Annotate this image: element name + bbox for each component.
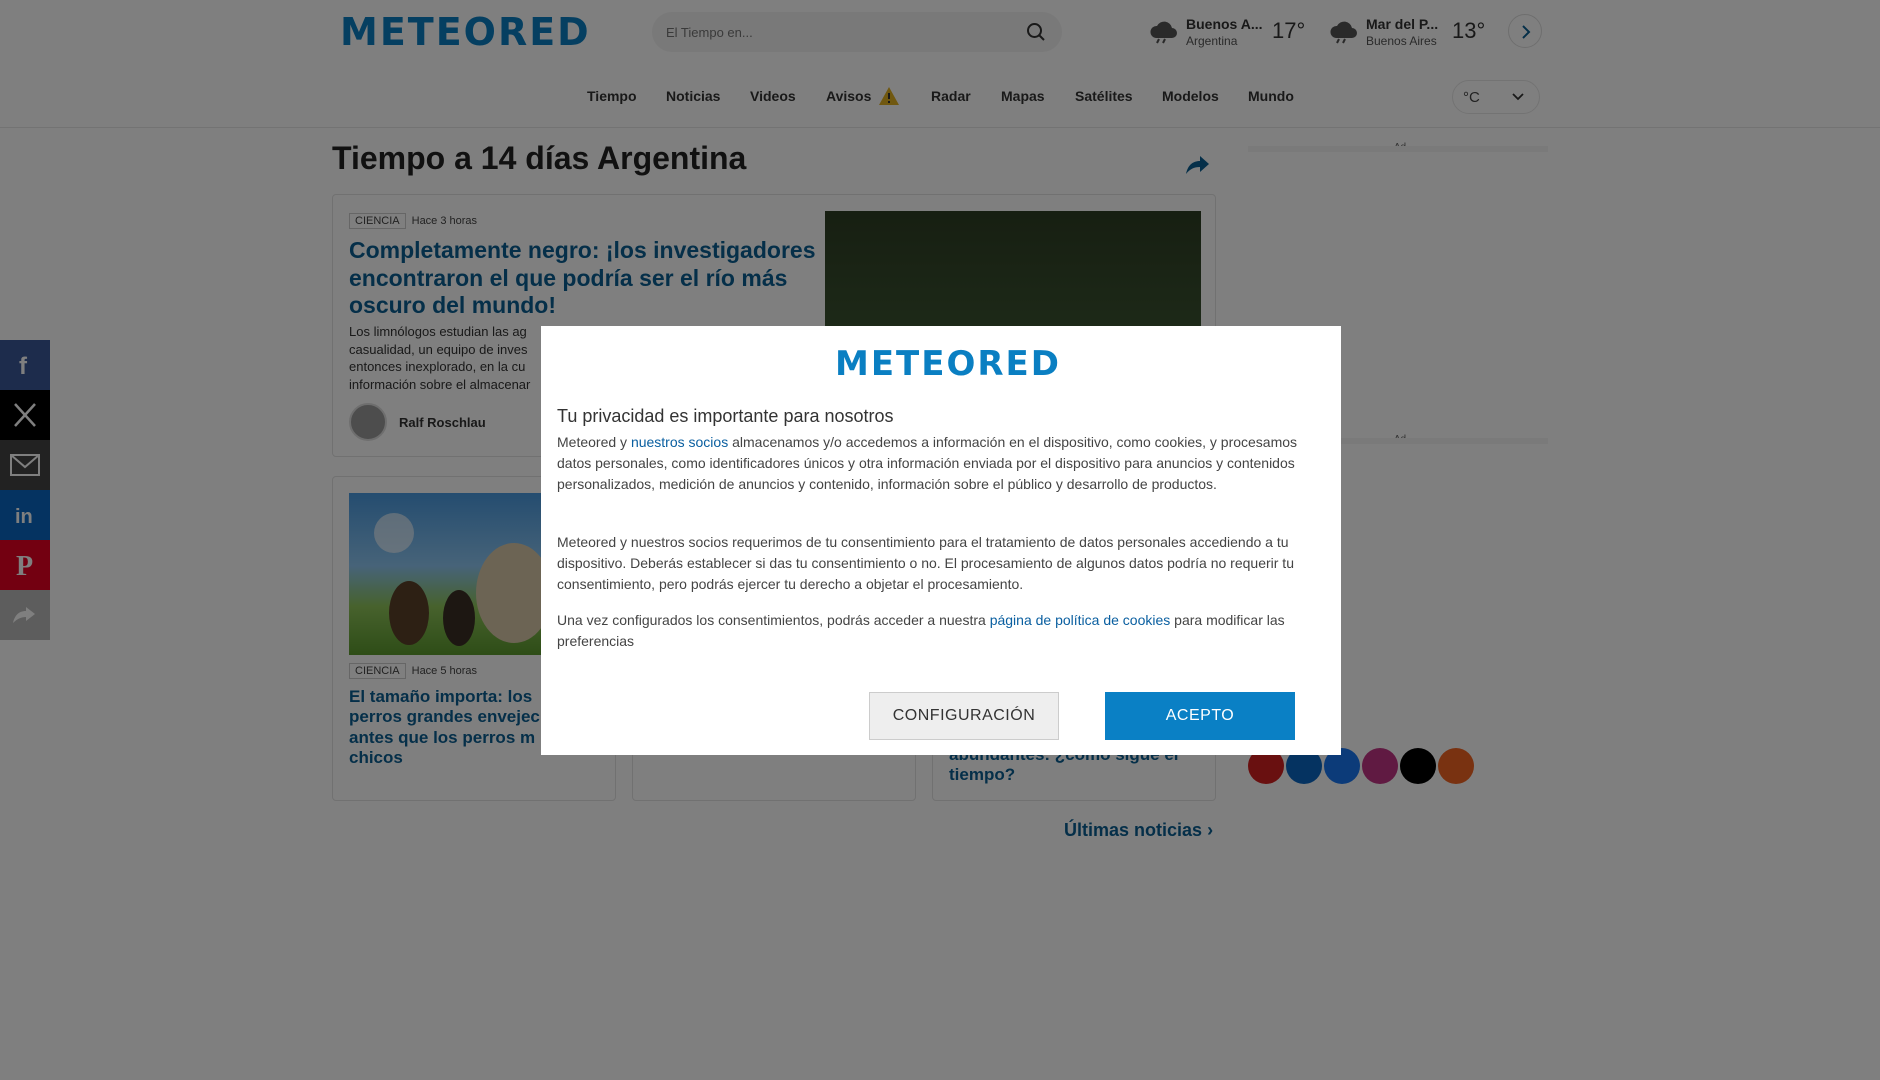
- consent-paragraph-3: Una vez configurados los consentimientos…: [557, 610, 1327, 652]
- accept-button[interactable]: ACEPTO: [1105, 692, 1295, 740]
- configuration-button[interactable]: CONFIGURACIÓN: [869, 692, 1059, 740]
- consent-paragraph-2: Meteored y nuestros socios requerimos de…: [557, 534, 1294, 592]
- dialog-heading: Tu privacidad es importante para nosotro…: [557, 406, 894, 426]
- text: Meteored y: [557, 434, 631, 450]
- partners-link[interactable]: nuestros socios: [631, 434, 728, 450]
- privacy-consent-dialog: METEORED Tu privacidad es importante par…: [541, 326, 1341, 755]
- meteored-logo: METEORED: [835, 344, 1062, 384]
- text: Una vez configurados los consentimientos…: [557, 612, 990, 628]
- cookie-policy-link[interactable]: página de política de cookies: [990, 612, 1171, 628]
- consent-paragraph-1: Meteored y nuestros socios almacenamos y…: [557, 432, 1327, 495]
